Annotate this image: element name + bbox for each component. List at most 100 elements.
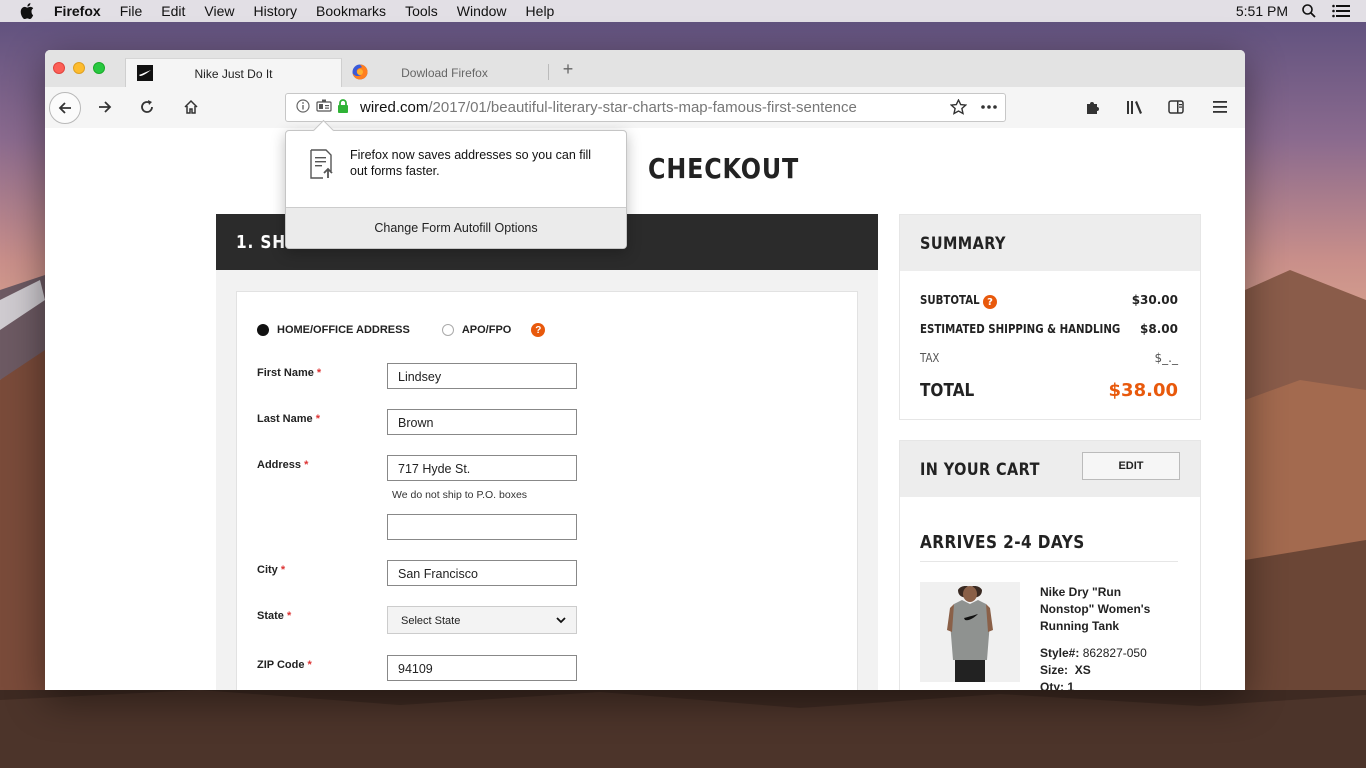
menu-history[interactable]: History bbox=[253, 3, 297, 19]
minimize-window-button[interactable] bbox=[73, 62, 85, 74]
autofill-message: Firefox now saves addresses so you can f… bbox=[350, 148, 592, 178]
required-asterisk: * bbox=[286, 610, 292, 622]
address-line2-input[interactable] bbox=[387, 514, 577, 540]
last-name-label-text: Last Name bbox=[257, 413, 313, 425]
product-qty: Qty: 1 bbox=[1040, 680, 1074, 690]
subtotal-label: SUBTOTAL bbox=[920, 293, 980, 307]
first-name-label: First Name * bbox=[257, 367, 321, 379]
bookmark-star-icon[interactable] bbox=[949, 98, 968, 115]
shipping-row: ESTIMATED SHIPPING & HANDLING $8.00 bbox=[920, 322, 1178, 336]
change-autofill-options-button[interactable]: Change Form Autofill Options bbox=[286, 207, 626, 248]
menu-edit[interactable]: Edit bbox=[161, 3, 185, 19]
apple-menu-icon[interactable] bbox=[20, 3, 38, 19]
menu-app-firefox[interactable]: Firefox bbox=[54, 3, 101, 19]
divider bbox=[920, 561, 1178, 562]
menu-window[interactable]: Window bbox=[457, 3, 507, 19]
total-value: $38.00 bbox=[1108, 380, 1178, 401]
last-name-input[interactable]: Brown bbox=[387, 409, 577, 435]
po-box-note: We do not ship to P.O. boxes bbox=[392, 489, 528, 501]
edit-cart-button[interactable]: EDIT bbox=[1082, 452, 1180, 480]
apo-fpo-label[interactable]: APO/FPO bbox=[462, 324, 512, 336]
required-asterisk: * bbox=[316, 367, 322, 379]
shipping-value: $8.00 bbox=[1140, 322, 1178, 336]
required-asterisk: * bbox=[280, 564, 286, 576]
home-office-label[interactable]: HOME/OFFICE ADDRESS bbox=[277, 324, 410, 336]
required-asterisk: * bbox=[315, 413, 320, 425]
reload-button[interactable] bbox=[131, 91, 163, 123]
page-actions-icon[interactable] bbox=[980, 99, 997, 115]
page-viewport: CHECKOUT 1. SHIPPING HOME/OFFICE ADDRESS… bbox=[45, 128, 1245, 690]
reload-icon bbox=[141, 100, 153, 113]
menu-bookmarks[interactable]: Bookmarks bbox=[316, 3, 386, 19]
product-name[interactable]: Nike Dry "Run Nonstop" Women's Running T… bbox=[1040, 584, 1170, 635]
style-label: Style#: bbox=[1040, 646, 1080, 660]
address-type-selector: HOME/OFFICE ADDRESS APO/FPO ? bbox=[257, 323, 546, 337]
zoom-window-button[interactable] bbox=[93, 62, 105, 74]
tab-download-firefox[interactable]: Dowload Firefox bbox=[341, 58, 549, 87]
home-office-radio[interactable] bbox=[257, 324, 269, 336]
home-icon bbox=[184, 99, 198, 114]
tax-label: TAX bbox=[920, 351, 940, 365]
product-style: Style#: 862827-050 bbox=[1040, 646, 1147, 660]
city-label: City * bbox=[257, 564, 285, 576]
menu-file[interactable]: File bbox=[120, 3, 143, 19]
product-image[interactable] bbox=[920, 582, 1020, 682]
address-label: Address * bbox=[257, 459, 308, 471]
first-name-label-text: First Name bbox=[257, 367, 314, 379]
extensions-button[interactable] bbox=[1077, 91, 1109, 123]
forward-button[interactable] bbox=[89, 91, 121, 123]
qty-label: Qty: bbox=[1040, 680, 1064, 690]
new-tab-button[interactable]: + bbox=[559, 59, 577, 80]
form-autofill-icon[interactable] bbox=[316, 99, 332, 115]
puzzle-piece-icon bbox=[1087, 102, 1099, 114]
zip-input[interactable]: 94109 bbox=[387, 655, 577, 681]
shipping-form: HOME/OFFICE ADDRESS APO/FPO ? First Name… bbox=[236, 291, 858, 690]
product-size: Size: XS bbox=[1040, 663, 1091, 677]
menu-tools[interactable]: Tools bbox=[405, 3, 438, 19]
url-text[interactable]: wired.com/2017/01/beautiful-literary-sta… bbox=[360, 99, 857, 116]
subtotal-help-icon[interactable]: ? bbox=[983, 295, 997, 309]
address-line1-input[interactable]: 717 Hyde St. bbox=[387, 455, 577, 481]
state-select[interactable]: Select State bbox=[387, 606, 577, 634]
notification-center-icon[interactable] bbox=[1332, 4, 1350, 18]
style-value: 862827-050 bbox=[1082, 646, 1147, 660]
address-label-text: Address bbox=[257, 459, 302, 471]
secure-lock-icon[interactable] bbox=[337, 99, 353, 115]
url-path: /2017/01/beautiful-literary-star-charts-… bbox=[428, 99, 857, 116]
shipping-section: HOME/OFFICE ADDRESS APO/FPO ? First Name… bbox=[216, 270, 878, 690]
apo-fpo-radio[interactable] bbox=[441, 324, 454, 336]
menu-view[interactable]: View bbox=[204, 3, 234, 19]
library-button[interactable] bbox=[1119, 91, 1151, 123]
total-label: TOTAL bbox=[920, 380, 975, 401]
form-autofill-popup: Firefox now saves addresses so you can f… bbox=[285, 119, 627, 249]
subtotal-row: SUBTOTAL ? $30.00 bbox=[920, 293, 1178, 309]
menubar-clock[interactable]: 5:51 PM bbox=[1236, 3, 1288, 19]
city-input[interactable]: San Francisco bbox=[387, 560, 577, 586]
tax-row: TAX $_._ bbox=[920, 351, 1178, 365]
summary-header: SUMMARY bbox=[900, 215, 1200, 271]
tax-value: $_._ bbox=[1154, 351, 1178, 365]
tab-title: Nike Just Do It bbox=[194, 66, 273, 81]
qty-value: 1 bbox=[1067, 680, 1075, 690]
menu-help[interactable]: Help bbox=[526, 3, 555, 19]
size-label: Size: bbox=[1040, 663, 1069, 677]
sidebar-button[interactable] bbox=[1160, 91, 1192, 123]
back-button[interactable] bbox=[49, 92, 81, 124]
home-button[interactable] bbox=[175, 91, 207, 123]
sidebar-icon bbox=[1168, 100, 1184, 114]
zip-label: ZIP Code * bbox=[257, 659, 312, 671]
address-bar[interactable]: wired.com/2017/01/beautiful-literary-sta… bbox=[285, 93, 1006, 122]
help-icon[interactable]: ? bbox=[531, 323, 546, 337]
summary-heading: SUMMARY bbox=[920, 234, 1006, 254]
state-label: State * bbox=[257, 610, 291, 622]
tab-title: Dowload Firefox bbox=[401, 65, 488, 80]
tab-nike[interactable]: Nike Just Do It bbox=[125, 58, 342, 88]
site-info-icon[interactable] bbox=[296, 99, 312, 115]
back-arrow-icon bbox=[58, 102, 71, 114]
close-window-button[interactable] bbox=[53, 62, 65, 74]
total-row: TOTAL $38.00 bbox=[920, 380, 1178, 401]
navigation-toolbar: wired.com/2017/01/beautiful-literary-sta… bbox=[45, 87, 1245, 129]
open-menu-button[interactable] bbox=[1204, 91, 1236, 123]
first-name-input[interactable]: Lindsey bbox=[387, 363, 577, 389]
spotlight-search-icon[interactable] bbox=[1302, 4, 1316, 18]
